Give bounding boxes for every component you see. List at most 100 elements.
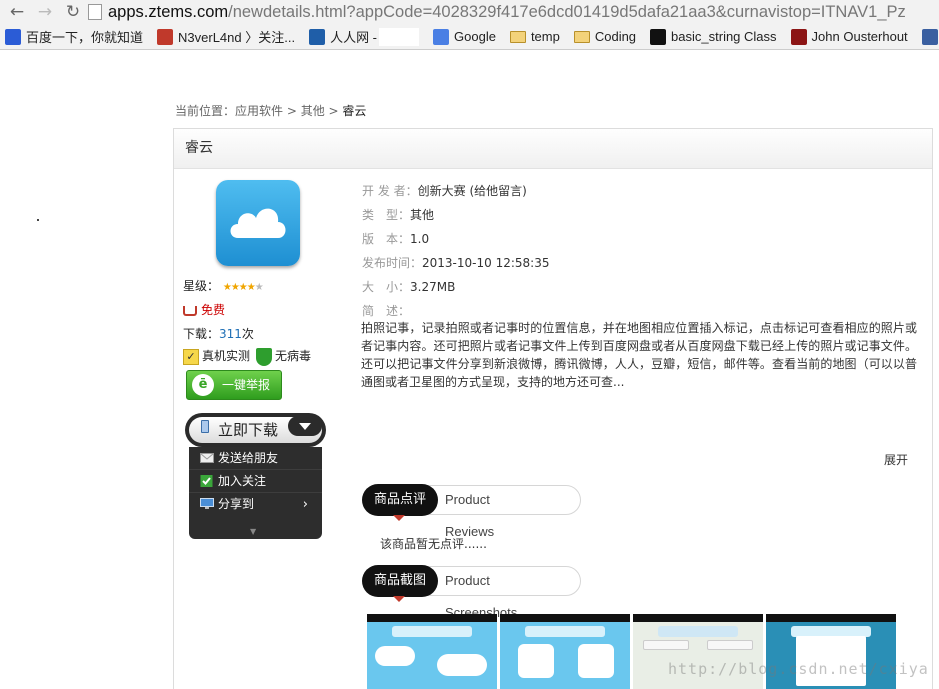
- meta-label: 版 本：: [362, 232, 411, 246]
- menu-item-follow[interactable]: 加入关注: [189, 470, 322, 493]
- reviews-tab-cn: 商品点评: [362, 484, 438, 521]
- star-icon: ★: [230, 282, 240, 293]
- app-description: 拍照记事，记录拍照或者记事时的位置信息，并在地图相应位置插入标记，点击标记可查看…: [361, 321, 917, 389]
- meta-label: 类 型：: [362, 208, 411, 222]
- download-button[interactable]: 立即下载: [185, 413, 326, 447]
- downloads-count: 311: [219, 327, 242, 341]
- tested-check-icon: ✓: [183, 348, 199, 365]
- meta-row: 发布时间：2013-10-10 12:58:35: [362, 254, 549, 271]
- meta-value: 1.0: [410, 232, 430, 246]
- virus-free-label: 无病毒: [275, 349, 312, 363]
- star-icon: ★: [222, 282, 232, 293]
- report-button[interactable]: ē 一键举报: [186, 370, 282, 400]
- meta-value[interactable]: 创新大赛 (给他留言): [418, 184, 527, 198]
- bookmark-label: John Ousterhout: [811, 29, 908, 44]
- meta-row: 简 述：: [362, 302, 410, 319]
- app-logo: [216, 180, 300, 266]
- bookmark-label: N3verL4nd 〉关注...: [178, 30, 296, 45]
- breadcrumb-current: 睿云: [342, 104, 367, 118]
- menu-item-label: 加入关注: [218, 474, 267, 488]
- folder-icon: [509, 30, 526, 43]
- cloud-icon: [230, 208, 286, 238]
- menu-item-label: 发送给朋友: [218, 451, 279, 465]
- shield-icon: [256, 347, 273, 366]
- address-bar-row: ← → ↻ apps.ztems.com/newdetails.html?app…: [0, 0, 939, 24]
- bookmarks-bar: 百度一下，你就知道 N3verL4nd 〉关注... 人人网 - Google temp…: [0, 24, 939, 50]
- meta-row: 大 小：3.27MB: [362, 278, 455, 295]
- stanford-icon: [790, 28, 807, 45]
- bookmark-item[interactable]: 12.5: [921, 28, 939, 45]
- menu-item-send-to-friend[interactable]: 发送给朋友: [189, 447, 322, 470]
- bookmark-item[interactable]: basic_string Class: [650, 28, 777, 45]
- rating-row: 星级： ★★★★★: [183, 277, 264, 294]
- bookmark-item[interactable]: temp: [509, 29, 560, 44]
- bookmark-label: temp: [530, 29, 560, 44]
- chevron-down-icon[interactable]: [288, 416, 322, 436]
- phone-icon: [201, 420, 209, 433]
- star-icon: ★: [254, 282, 264, 293]
- url-field[interactable]: apps.ztems.com/newdetails.html?appCode=4…: [88, 1, 939, 23]
- screenshot-thumbnail[interactable]: [500, 614, 630, 689]
- bookmark-item[interactable]: 人人网 -: [309, 27, 420, 46]
- breadcrumb-separator: >: [324, 104, 343, 118]
- meta-label: 开 发 者：: [362, 184, 418, 198]
- url-host: apps.ztems.com: [108, 2, 229, 21]
- m-icon: [650, 28, 667, 45]
- baidu-icon: [5, 28, 21, 45]
- monitor-icon: [200, 498, 214, 509]
- no-reviews-text: 该商品暂无点评......: [380, 537, 487, 551]
- meta-value: 3.27MB: [410, 280, 456, 294]
- stray-dot: [37, 219, 39, 221]
- panel-title: 睿云: [174, 129, 932, 169]
- back-icon[interactable]: ←: [6, 1, 28, 23]
- downloads-row: 下载：311次: [183, 325, 254, 342]
- meta-value: 其他: [410, 208, 435, 222]
- downloads-unit: 次: [241, 327, 254, 341]
- collapse-grip-icon[interactable]: ▼: [250, 527, 256, 536]
- cart-icon: [183, 305, 197, 316]
- mail-icon: [200, 453, 214, 463]
- check-icon: [200, 475, 213, 487]
- bookmark-label: Google: [454, 29, 496, 44]
- star-icon: ★: [238, 282, 248, 293]
- url-path: /newdetails.html?appCode=4028329f417e6dc…: [228, 2, 906, 21]
- bookmark-item[interactable]: John Ousterhout: [790, 28, 908, 45]
- breadcrumb-link-subcategory[interactable]: 其他: [301, 104, 325, 118]
- badges-row: ✓ 真机实测 无病毒: [183, 347, 311, 366]
- price-row: 免费: [183, 301, 225, 318]
- price: 免费: [201, 303, 226, 317]
- doc-icon: [921, 28, 938, 45]
- breadcrumb-prefix: 当前位置：: [175, 104, 236, 118]
- downloads-label: 下载：: [183, 327, 220, 341]
- report-button-label: 一键举报: [222, 378, 271, 392]
- menu-item-label: 分享到: [218, 497, 255, 511]
- bookmark-item[interactable]: Google: [433, 28, 496, 45]
- expand-link[interactable]: 展开: [884, 451, 908, 468]
- meta-row: 版 本：1.0: [362, 230, 429, 247]
- bookmark-item[interactable]: N3verL4nd 〉关注...: [157, 27, 295, 46]
- rating-stars: ★★★★★: [222, 282, 264, 293]
- bookmark-item[interactable]: Coding: [573, 29, 637, 44]
- chevron-right-icon: ›: [302, 497, 308, 512]
- screenshot-thumbnail[interactable]: [367, 614, 497, 689]
- breadcrumb-link-category[interactable]: 应用软件: [235, 104, 283, 118]
- star-icon: ★: [246, 282, 256, 293]
- breadcrumb: 当前位置：应用软件 > 其他 > 睿云: [175, 102, 366, 119]
- forward-icon[interactable]: →: [34, 1, 56, 23]
- download-menu: 发送给朋友 加入关注 分享到 › ▼: [189, 447, 322, 539]
- page-icon: [88, 4, 102, 20]
- folder-icon: [573, 30, 590, 43]
- meta-row: 开 发 者：创新大赛 (给他留言): [362, 182, 527, 199]
- rating-label: 星级：: [183, 279, 220, 293]
- meta-value: 2013-10-10 12:58:35: [422, 256, 550, 270]
- meta-label: 发布时间：: [362, 256, 423, 270]
- watermark: http://blog.csdn.net/cxiya: [668, 660, 929, 678]
- menu-item-share[interactable]: 分享到 ›: [189, 493, 322, 516]
- bookmark-label: Coding: [594, 29, 637, 44]
- meta-row: 类 型：其他: [362, 206, 434, 223]
- google-icon: [433, 28, 450, 45]
- reload-icon[interactable]: ↻: [62, 1, 84, 23]
- bookmark-item[interactable]: 百度一下，你就知道: [5, 27, 143, 46]
- meta-label: 简 述：: [362, 304, 411, 318]
- meta-label: 大 小：: [362, 280, 411, 294]
